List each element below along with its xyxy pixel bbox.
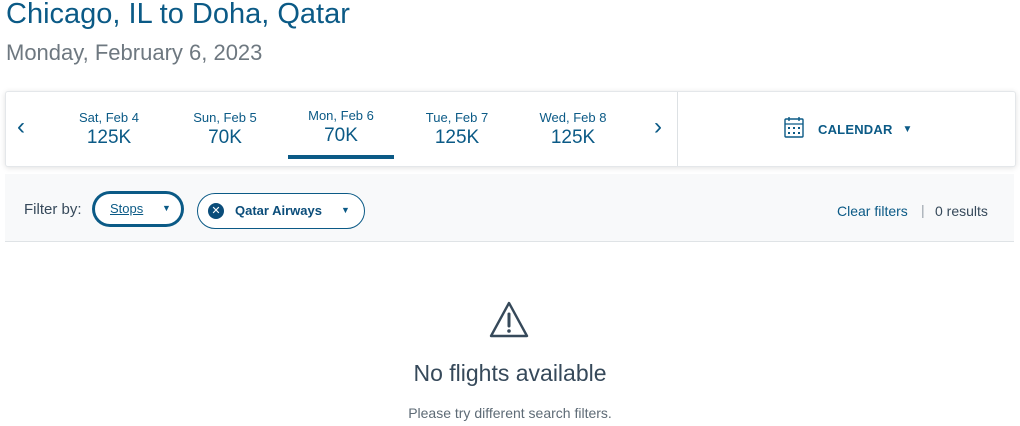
- stops-filter-button[interactable]: Stops ▼: [94, 193, 182, 225]
- airline-filter-label: Qatar Airways: [235, 203, 322, 218]
- date-option-label: Sun, Feb 5: [193, 110, 257, 125]
- page-title: Chicago, IL to Doha, Qatar: [6, 0, 350, 30]
- filter-bar: Filter by: Stops ▼ ✕ Qatar Airways ▼ Cle…: [5, 174, 1014, 242]
- filter-label: Filter by:: [24, 201, 82, 218]
- caret-down-icon: ▼: [902, 124, 913, 135]
- date-option-price: 125K: [550, 127, 596, 148]
- results-count: 0 results: [935, 203, 988, 219]
- date-selector-bar: ‹ Sat, Feb 4 125K Sun, Feb 5 70K Mon, Fe…: [5, 91, 1016, 167]
- date-option-price: 125K: [86, 127, 132, 148]
- date-option-price: 70K: [208, 127, 242, 148]
- empty-state-title: No flights available: [413, 360, 607, 386]
- caret-down-icon: ▼: [162, 203, 171, 213]
- date-option[interactable]: Wed, Feb 8 125K: [520, 110, 626, 149]
- date-option[interactable]: Sat, Feb 4 125K: [56, 110, 162, 149]
- chevron-left-icon[interactable]: ‹: [17, 112, 25, 142]
- empty-state-subtitle: Please try different search filters.: [408, 405, 612, 421]
- calendar-icon: [784, 116, 804, 143]
- divider: [677, 92, 678, 166]
- calendar-label: CALENDAR: [818, 122, 893, 137]
- date-option-price: 125K: [434, 127, 480, 148]
- separator: |: [921, 202, 925, 218]
- stops-filter-label: Stops: [110, 201, 144, 216]
- selected-indicator: [288, 155, 394, 159]
- date-option-selected[interactable]: Mon, Feb 6 70K: [288, 108, 394, 159]
- date-option-label: Mon, Feb 6: [308, 108, 374, 123]
- chevron-right-icon[interactable]: ›: [654, 112, 662, 142]
- date-option-label: Wed, Feb 8: [539, 110, 607, 125]
- warning-icon: [488, 300, 530, 345]
- date-option-price: 70K: [324, 125, 358, 146]
- airline-filter-chip[interactable]: ✕ Qatar Airways ▼: [197, 193, 365, 229]
- date-option[interactable]: Sun, Feb 5 70K: [172, 110, 278, 149]
- caret-down-icon: ▼: [341, 205, 350, 215]
- selected-date: Monday, February 6, 2023: [6, 40, 263, 65]
- clear-filters-link[interactable]: Clear filters: [837, 203, 908, 219]
- remove-filter-icon[interactable]: ✕: [208, 203, 224, 219]
- date-option-label: Sat, Feb 4: [79, 110, 139, 125]
- date-option[interactable]: Tue, Feb 7 125K: [404, 110, 510, 149]
- calendar-button[interactable]: CALENDAR ▼: [784, 116, 912, 143]
- date-option-label: Tue, Feb 7: [425, 110, 489, 125]
